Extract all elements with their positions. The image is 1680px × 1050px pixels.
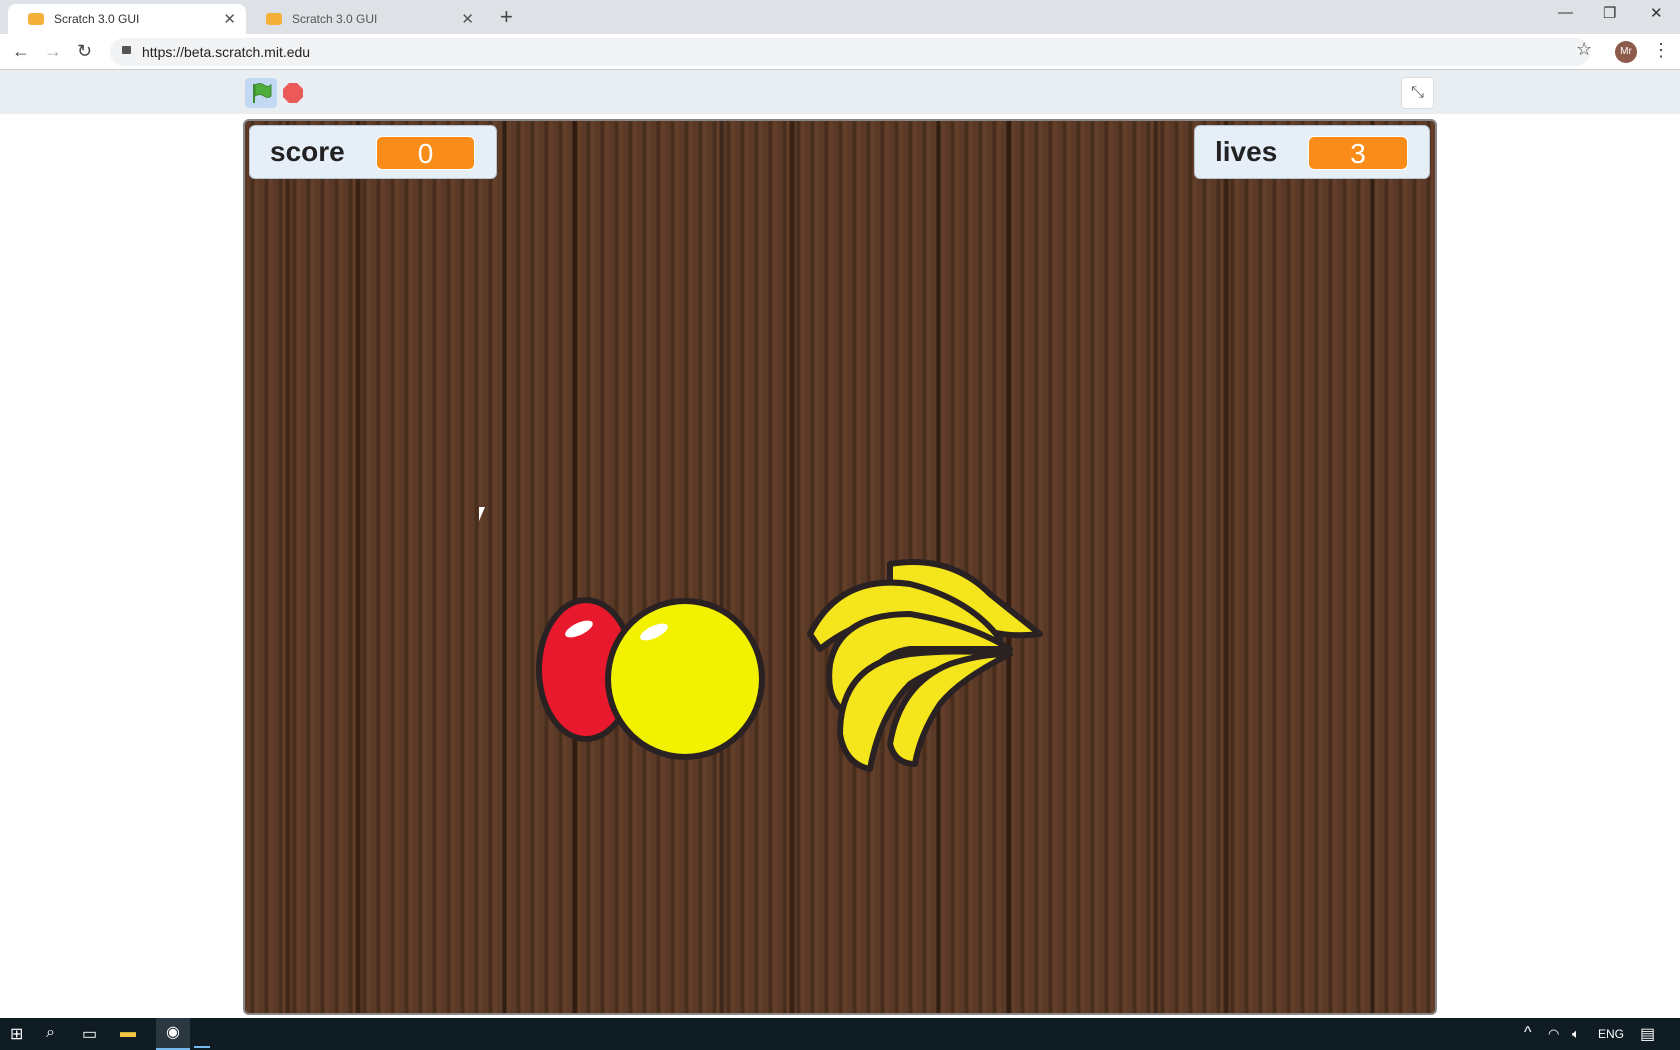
lives-monitor: lives 3	[1194, 125, 1430, 179]
tab-bar: Scratch 3.0 GUI ✕ Scratch 3.0 GUI ✕ + — ❐ …	[0, 0, 1680, 34]
close-window-button[interactable]: ✕	[1650, 4, 1663, 22]
show-hidden-icons[interactable]: ^	[1524, 1024, 1532, 1042]
bookmark-star-icon[interactable]: ☆	[1576, 39, 1592, 60]
scratch-cat-icon	[266, 13, 282, 25]
windows-taskbar: ⊞ ⌕ ▭ ▬ ◉ ^ ◠ 🔈︎ ENG ▤	[0, 1018, 1680, 1050]
new-tab-button[interactable]: +	[500, 4, 513, 30]
app-icon[interactable]	[194, 1046, 210, 1048]
windows-start-icon[interactable]: ⊞	[10, 1024, 23, 1044]
restore-button[interactable]: ❐	[1603, 4, 1616, 22]
lock-icon	[122, 46, 131, 54]
tab-title: Scratch 3.0 GUI	[54, 12, 140, 26]
reload-icon[interactable]: ↻	[77, 41, 92, 62]
wifi-icon[interactable]: ◠	[1548, 1026, 1559, 1042]
url-text: https://beta.scratch.mit.edu	[142, 44, 311, 60]
green-flag-button[interactable]	[245, 78, 277, 108]
close-tab-icon[interactable]: ✕	[461, 10, 474, 28]
forward-icon[interactable]: →	[44, 41, 62, 62]
browser-menu-icon[interactable]: ⋮	[1652, 40, 1670, 61]
stop-button[interactable]	[283, 83, 303, 103]
mouse-cursor-icon	[479, 507, 485, 521]
action-center-icon[interactable]: ▤	[1640, 1024, 1655, 1044]
file-explorer-icon[interactable]: ▬	[120, 1024, 136, 1042]
profile-avatar[interactable]: Mr	[1615, 41, 1637, 63]
score-label: score	[270, 136, 345, 167]
search-icon[interactable]: ⌕	[46, 1024, 55, 1042]
tab-1[interactable]: Scratch 3.0 GUI ✕	[8, 4, 246, 34]
url-field[interactable]: https://beta.scratch.mit.edu	[110, 38, 1590, 66]
lives-value: 3	[1308, 136, 1408, 170]
minimize-button[interactable]: —	[1558, 4, 1573, 21]
tab-title: Scratch 3.0 GUI	[292, 12, 378, 26]
shine	[637, 620, 671, 644]
task-view-icon[interactable]: ▭	[82, 1024, 97, 1044]
exit-fullscreen-button[interactable]: ⤡	[1401, 77, 1434, 109]
close-tab-icon[interactable]: ✕	[223, 10, 236, 28]
language-indicator[interactable]: ENG	[1598, 1027, 1624, 1041]
score-value: 0	[376, 136, 475, 170]
green-flag-icon	[253, 83, 272, 103]
tab-2[interactable]: Scratch 3.0 GUI ✕	[246, 4, 484, 34]
volume-icon[interactable]: 🔈︎	[1572, 1026, 1580, 1042]
back-icon[interactable]: ←	[12, 41, 30, 62]
lives-label: lives	[1215, 136, 1278, 167]
address-bar: ← → ↻ https://beta.scratch.mit.edu ☆ Mr …	[0, 34, 1680, 70]
chrome-icon[interactable]: ◉	[156, 1018, 190, 1050]
yellow-apple	[605, 598, 765, 760]
stage-header: ⤡	[0, 70, 1680, 114]
score-monitor: score 0	[249, 125, 497, 179]
bananas-sprite[interactable]	[800, 554, 1048, 788]
scratch-cat-icon	[28, 13, 44, 25]
stage[interactable]: score 0 lives 3	[243, 119, 1437, 1015]
shine	[562, 617, 596, 641]
